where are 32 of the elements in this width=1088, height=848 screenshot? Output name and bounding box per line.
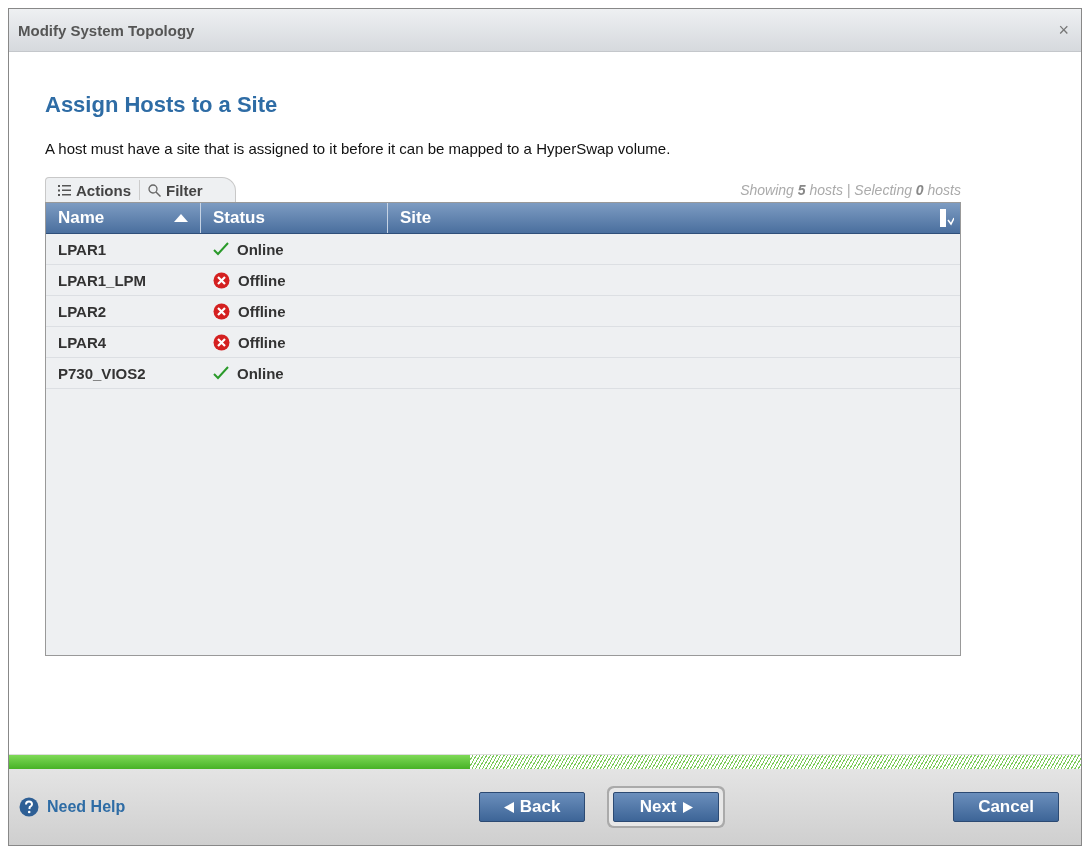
column-label: Status	[213, 208, 265, 228]
help-link[interactable]: Need Help	[19, 797, 126, 817]
column-label: Site	[400, 208, 432, 228]
status-text: Online	[237, 364, 284, 382]
page-heading: Assign Hosts to a Site	[45, 92, 279, 118]
filter-tab[interactable]: Filter	[139, 180, 211, 200]
status-text: Offline	[238, 333, 286, 351]
status-text: Offline	[238, 271, 286, 289]
left-triangle-icon	[503, 801, 514, 813]
column-header[interactable]: Status	[201, 203, 388, 233]
host-name-cell-text: LPAR1_LPM	[57, 271, 148, 289]
host-name-cell-text: LPAR2	[57, 302, 108, 320]
column-header[interactable]: Name	[46, 203, 201, 233]
host-name-cell-text: P730_VIOS2	[57, 364, 147, 382]
description-text: A host must have a site that is assigned to it before it can be mapped to a HyperSwap volume.	[45, 140, 672, 157]
status-text: Online	[237, 240, 284, 258]
list-icon	[58, 184, 71, 196]
right-triangle-icon	[682, 801, 693, 813]
selection-summary: Showing 5 hosts | Selecting 0 hosts	[740, 182, 961, 200]
back-button[interactable]: Back	[479, 792, 586, 822]
window-title: Modify System Topology	[18, 21, 195, 39]
host-name-cell-text: LPAR1	[57, 240, 108, 258]
help-icon	[19, 797, 39, 817]
host-name-cell-text: LPAR4	[57, 333, 108, 351]
search-icon	[148, 183, 161, 197]
column-label: Name	[58, 208, 105, 228]
column-chooser-icon[interactable]	[940, 209, 954, 227]
status-text: Offline	[238, 302, 286, 320]
close-button[interactable]: ×	[1058, 19, 1069, 41]
actions-tab[interactable]: Actions	[50, 180, 139, 200]
column-header[interactable]: Site	[388, 203, 960, 233]
cancel-button[interactable]: Cancel	[953, 792, 1059, 822]
